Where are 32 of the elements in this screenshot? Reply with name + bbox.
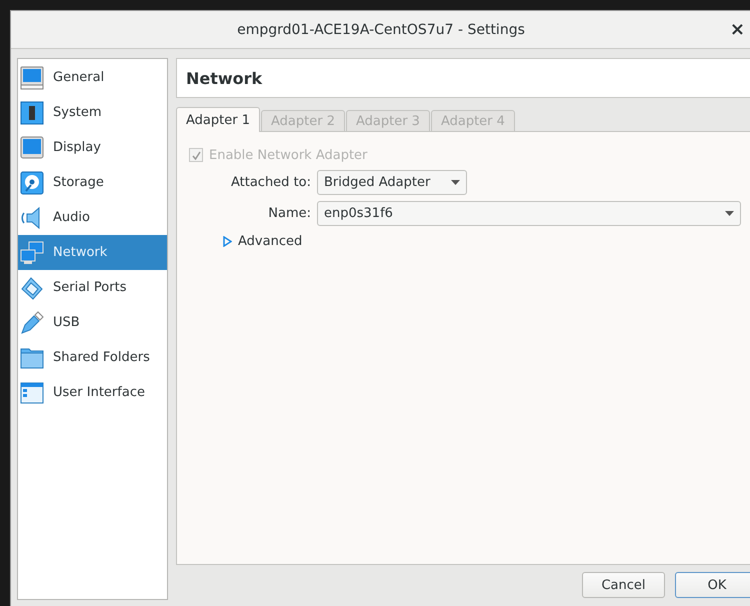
name-dropdown[interactable]: enp0s31f6 bbox=[317, 201, 741, 226]
dialog-button[interactable]: Cancel bbox=[582, 572, 665, 598]
dropdown-arrow-icon bbox=[451, 180, 460, 185]
usb-plug-icon bbox=[20, 310, 44, 334]
check-icon bbox=[192, 150, 200, 160]
serial-port-icon bbox=[20, 276, 44, 300]
tab[interactable]: Adapter 1 bbox=[176, 107, 260, 132]
sidebar-item[interactable]: General bbox=[18, 60, 167, 95]
sidebar-item[interactable]: Display bbox=[18, 130, 167, 165]
attached-to-dropdown[interactable]: Bridged Adapter bbox=[317, 170, 467, 195]
monitor-icon bbox=[20, 66, 44, 90]
chip-icon bbox=[20, 100, 44, 124]
folder-icon bbox=[20, 346, 44, 370]
sidebar-item[interactable]: Shared Folders bbox=[18, 340, 167, 375]
sidebar-item[interactable]: Audio bbox=[18, 200, 167, 235]
dropdown-arrow-icon bbox=[725, 211, 734, 216]
window-title: empgrd01-ACE19A-CentOS7u7 - Settings bbox=[237, 22, 525, 38]
monitor-icon bbox=[20, 136, 44, 160]
expander-icon bbox=[223, 236, 232, 247]
close-button[interactable]: × bbox=[726, 19, 749, 40]
field-label: Attached to: bbox=[230, 175, 312, 190]
network-icon bbox=[20, 240, 44, 264]
dialog-button[interactable]: OK bbox=[675, 572, 750, 598]
page-title: Network bbox=[186, 68, 262, 88]
advanced-expander[interactable]: Advanced bbox=[223, 234, 750, 249]
sidebar-item[interactable]: Storage bbox=[18, 165, 167, 200]
sidebar-item[interactable]: User Interface bbox=[18, 375, 167, 410]
sidebar-item[interactable]: USB bbox=[18, 305, 167, 340]
window-icon bbox=[20, 380, 44, 404]
sidebar-item[interactable]: System bbox=[18, 95, 167, 130]
field-label: Name: bbox=[267, 206, 312, 221]
sidebar-item[interactable]: Serial Ports bbox=[18, 270, 167, 305]
